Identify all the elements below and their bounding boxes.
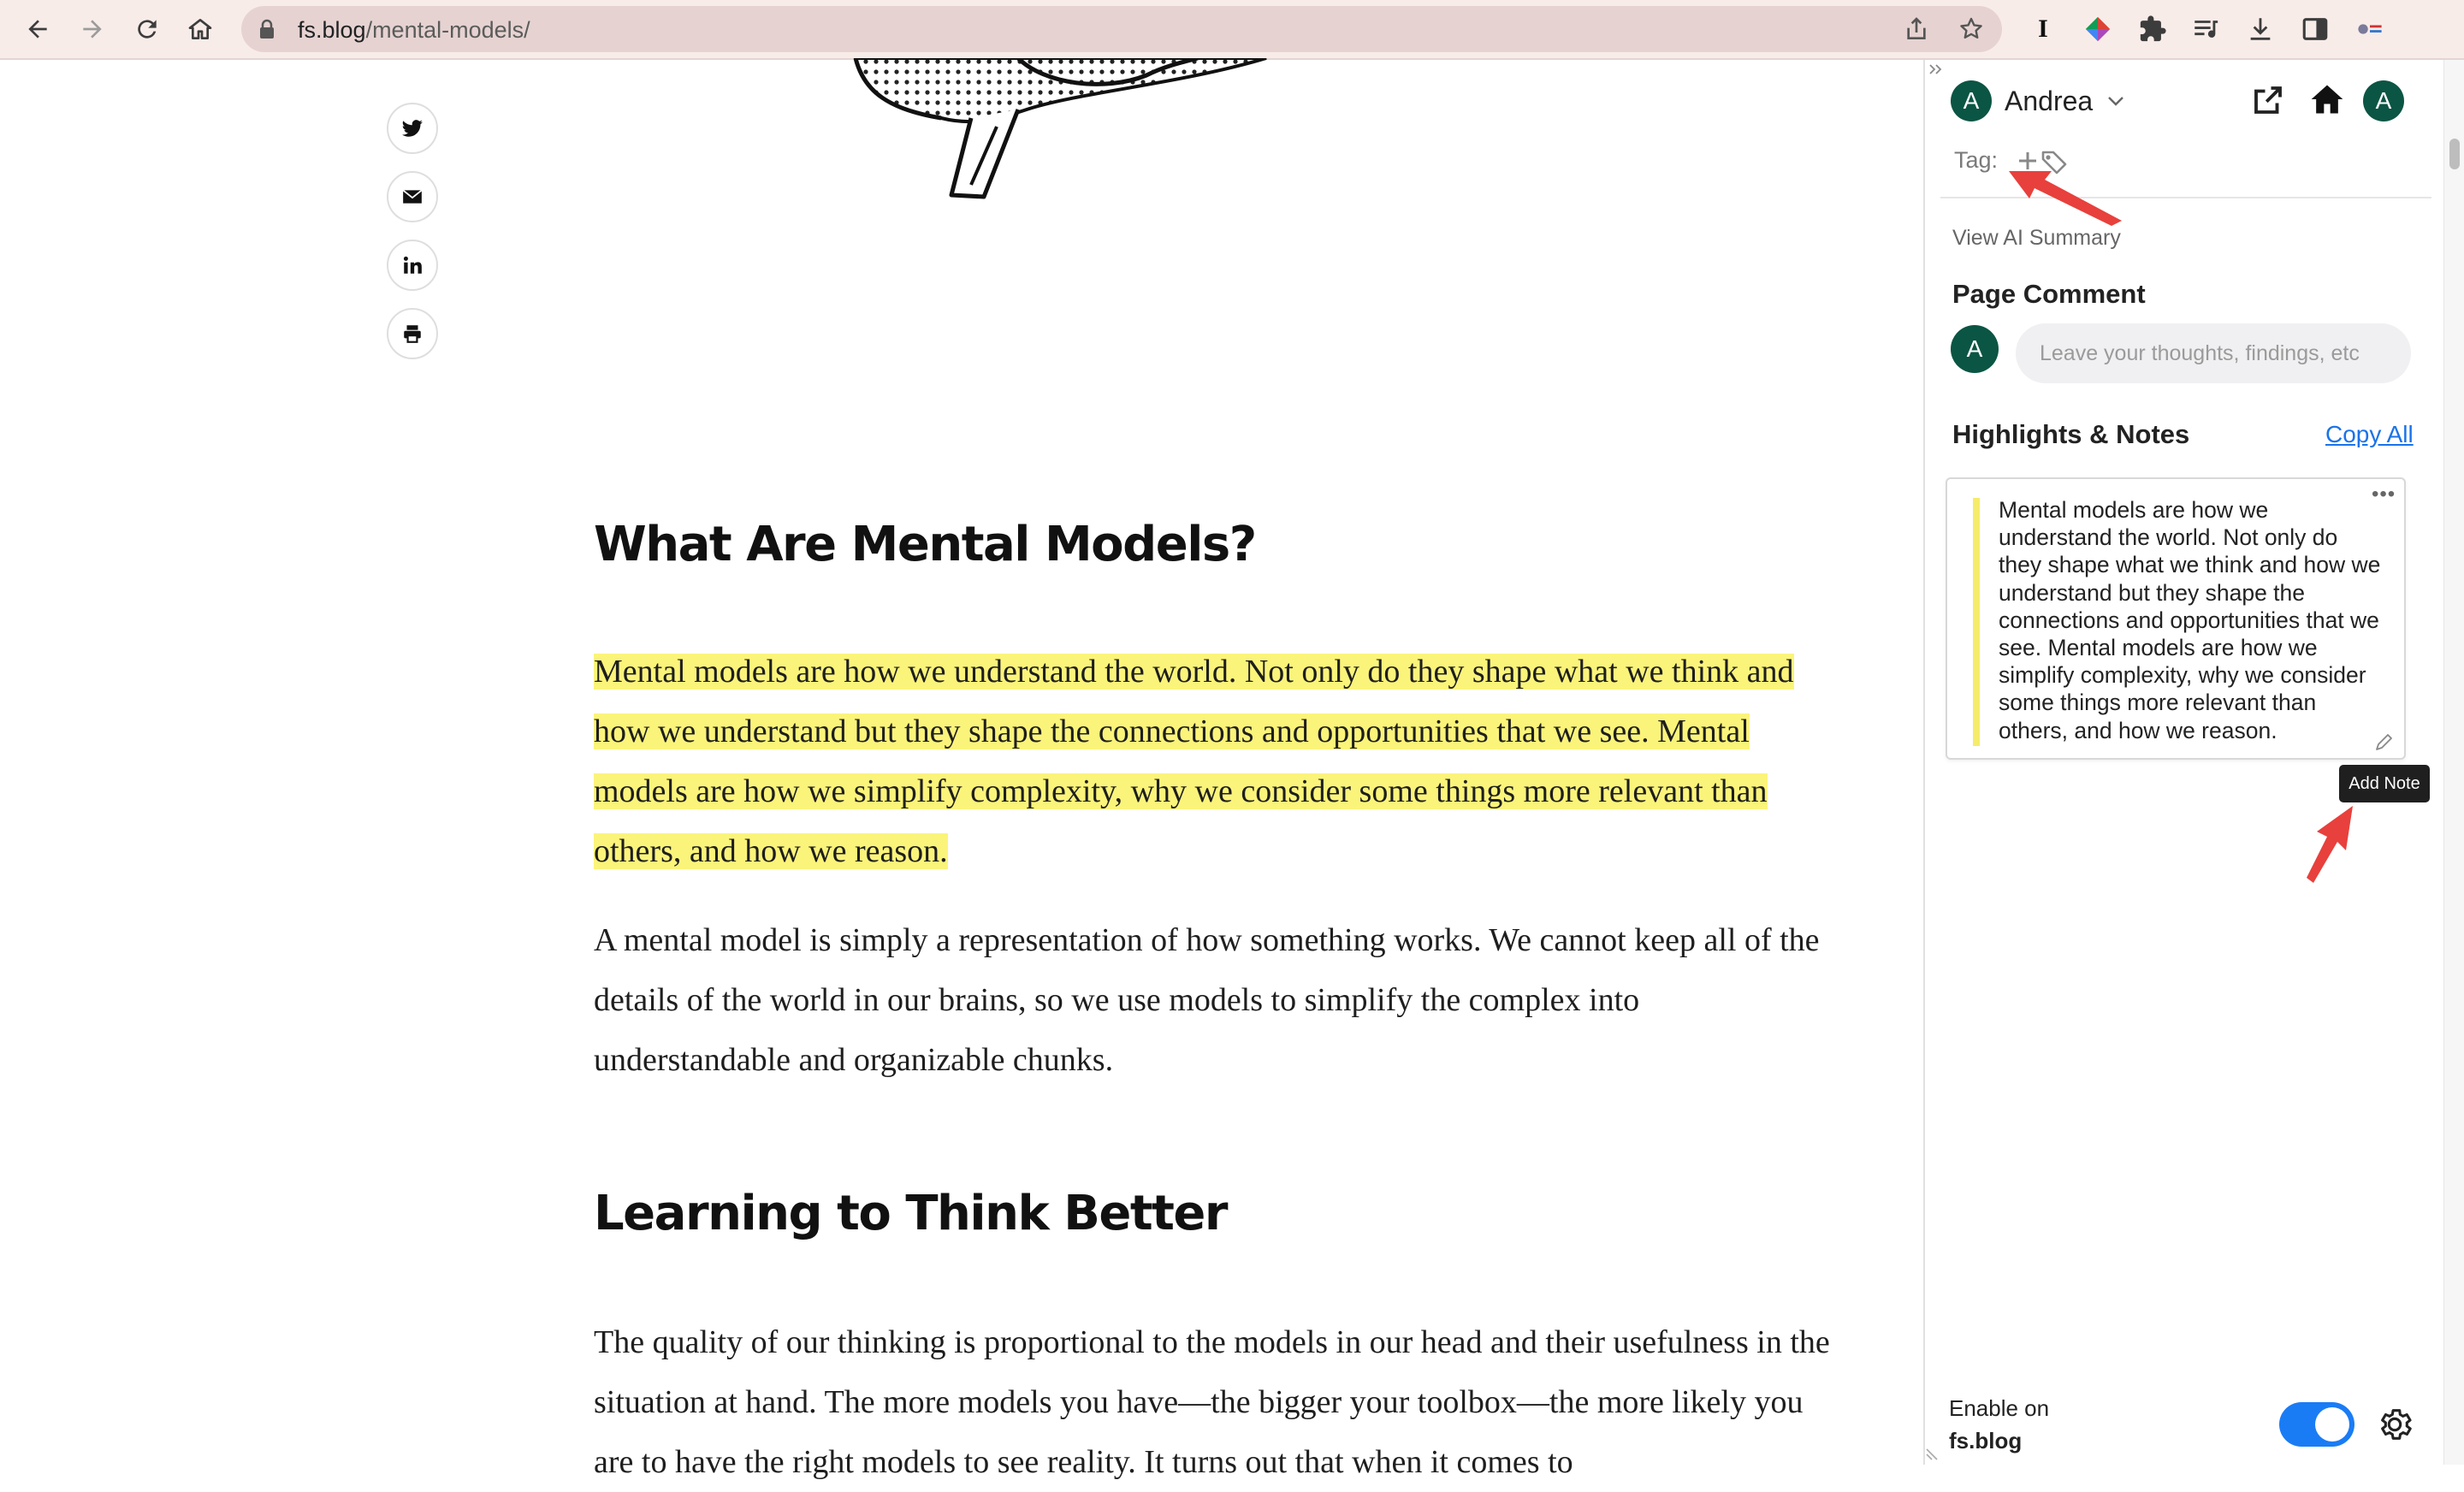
section-heading-mental-models: What Are Mental Models?: [594, 517, 1257, 572]
text-highlight[interactable]: Mental models are how we understand the …: [594, 654, 1794, 869]
highlight-note-text: Mental models are how we understand the …: [1999, 497, 2381, 743]
panel-scrollbar[interactable]: [2443, 60, 2464, 1465]
address-bar[interactable]: fs.blog/mental-models/: [241, 6, 2002, 52]
back-button[interactable]: [17, 9, 58, 50]
downloads-button[interactable]: [2243, 12, 2277, 46]
settings-gear-icon[interactable]: [2375, 1405, 2414, 1444]
twitter-share-button[interactable]: [387, 103, 438, 154]
colorful-extension-icon[interactable]: [2081, 12, 2115, 46]
resize-handle-icon[interactable]: [1925, 1448, 1939, 1461]
reload-button[interactable]: [127, 9, 168, 50]
toggle-knob: [2315, 1407, 2349, 1442]
add-note-tooltip: Add Note: [2339, 765, 2430, 802]
printer-icon: [404, 325, 421, 343]
collapse-panel-icon[interactable]: [1928, 63, 1944, 75]
forward-button[interactable]: [72, 9, 113, 50]
pencil-icon[interactable]: [2373, 732, 2394, 753]
instapaper-extension-icon[interactable]: I: [2026, 12, 2060, 46]
reload-icon: [138, 20, 157, 38]
chevron-down-icon[interactable]: [2106, 94, 2125, 108]
user-name[interactable]: Andrea: [2005, 86, 2093, 117]
linkedin-icon: [403, 256, 422, 274]
brain-illustration: [853, 58, 1267, 199]
article-paragraph-3: The quality of our thinking is proportio…: [594, 1324, 1830, 1480]
highlights-notes-title: Highlights & Notes: [1952, 419, 2190, 449]
highlight-color-bar: [1973, 498, 1980, 746]
puzzle-icon: [2140, 15, 2166, 42]
profile-badge-icon: [2358, 24, 2382, 34]
lock-icon: [260, 19, 274, 38]
side-panel-button[interactable]: [2298, 12, 2332, 46]
page-comment-title: Page Comment: [1952, 279, 2146, 309]
enable-site-label: Enable on fs.blog: [1949, 1392, 2049, 1457]
copy-all-link[interactable]: Copy All: [2325, 421, 2414, 448]
profile-button[interactable]: [2353, 12, 2387, 46]
sidebar-icon: [2302, 18, 2328, 40]
export-icon[interactable]: [2250, 82, 2286, 118]
email-share-button[interactable]: [387, 171, 438, 222]
home-button[interactable]: [180, 9, 221, 50]
diamond-icon: [2085, 16, 2111, 42]
highlighted-paragraph: Mental models are how we understand the …: [594, 642, 1843, 881]
article-paragraph-2: A mental model is simply a representatio…: [594, 922, 1820, 1078]
section-heading-learning: Learning to Think Better: [594, 1186, 1229, 1241]
reading-list-button[interactable]: [2189, 12, 2223, 46]
url-text: fs.blog/mental-models/: [298, 17, 530, 43]
mail-icon: [402, 189, 423, 204]
enable-domain-text: fs.blog: [1949, 1428, 2023, 1454]
linkedin-share-button[interactable]: [387, 240, 438, 291]
enable-on-text: Enable on: [1949, 1395, 2050, 1421]
highlight-note-card[interactable]: Mental models are how we understand the …: [1946, 477, 2406, 760]
enable-site-toggle[interactable]: [2279, 1402, 2354, 1447]
scrollbar-thumb[interactable]: [2449, 139, 2460, 169]
share-page-icon[interactable]: [1903, 15, 1930, 43]
add-tag-icon[interactable]: [2016, 145, 2069, 176]
arrow-left-icon: [28, 20, 47, 38]
highlighter-side-panel: [1923, 60, 2443, 1465]
playlist-icon: [2194, 21, 2218, 38]
extensions-puzzle-button[interactable]: [2135, 12, 2170, 46]
twitter-icon: [402, 120, 423, 137]
account-avatar[interactable]: A: [2363, 80, 2404, 121]
browser-toolbar: fs.blog/mental-models/ I: [0, 0, 2464, 60]
bookmark-star-icon[interactable]: [1958, 15, 1985, 43]
more-options-icon[interactable]: •••: [2372, 483, 2396, 506]
tag-label: Tag:: [1954, 147, 1999, 173]
view-ai-summary-link[interactable]: View AI Summary: [1952, 226, 2121, 251]
page-comment-input[interactable]: [2016, 323, 2411, 383]
home-icon[interactable]: [2308, 80, 2346, 118]
panel-divider: [1940, 197, 2431, 198]
print-button[interactable]: [387, 308, 438, 359]
user-avatar: A: [1951, 80, 1992, 121]
download-icon: [2250, 18, 2271, 40]
comment-avatar: A: [1951, 325, 1999, 373]
home-outline-icon: [188, 19, 212, 39]
arrow-right-icon: [83, 20, 102, 38]
